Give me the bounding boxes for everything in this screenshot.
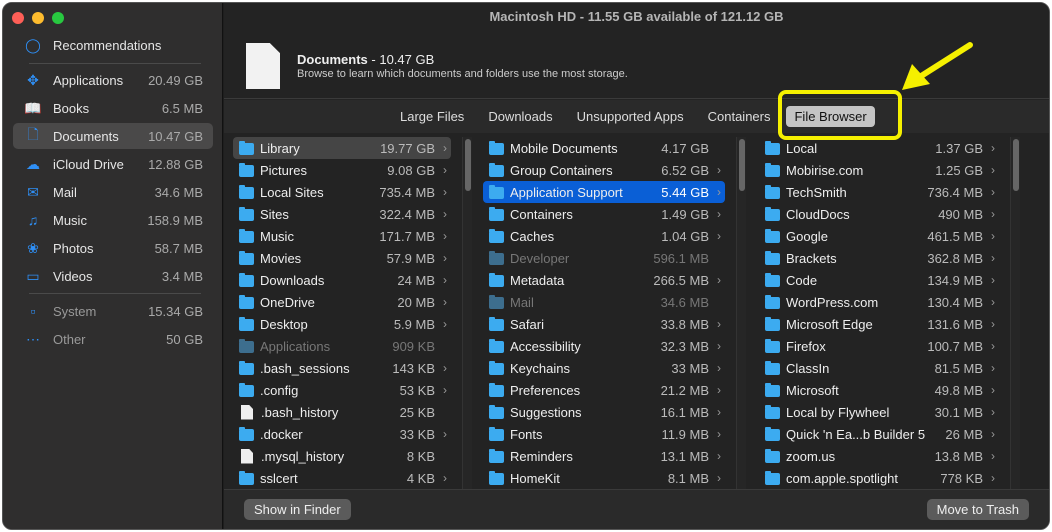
arrow-head-icon [902, 64, 930, 90]
arrow-icon [915, 42, 973, 81]
highlight-box [778, 90, 902, 140]
annotation-overlay [778, 42, 973, 140]
